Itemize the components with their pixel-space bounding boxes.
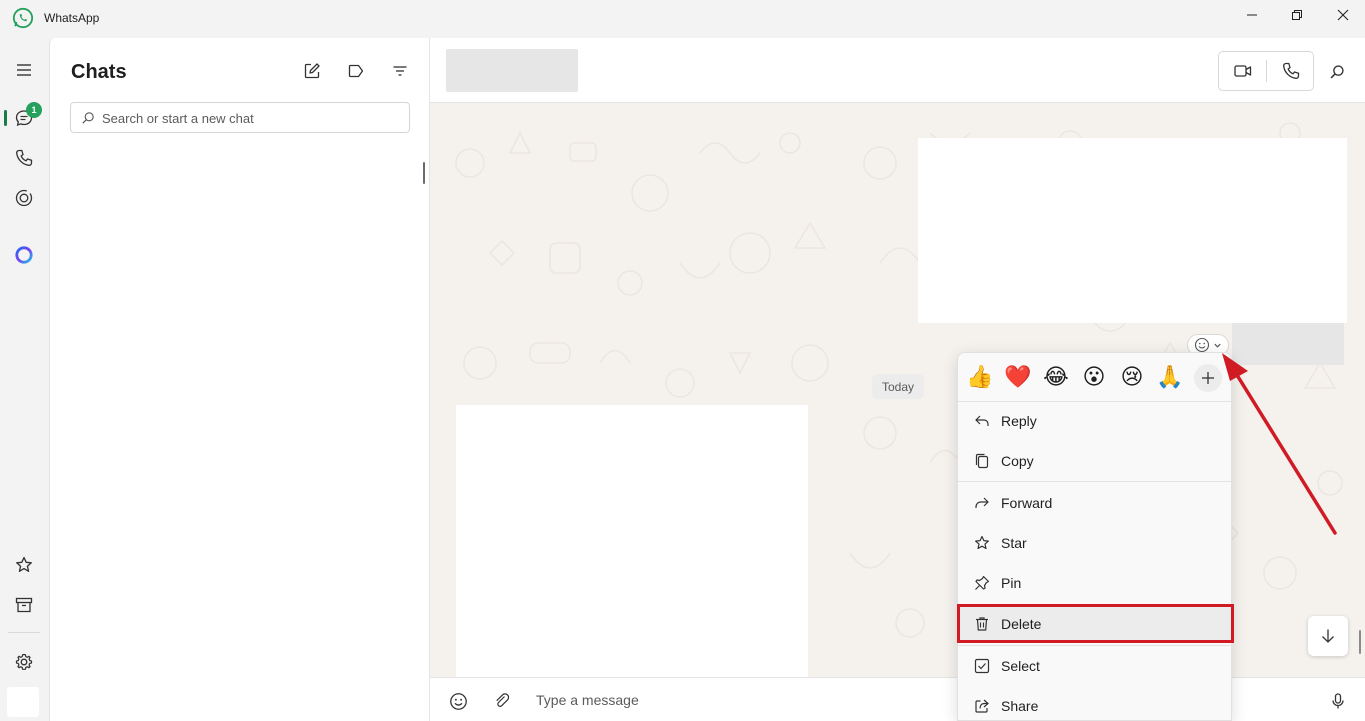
close-window-button[interactable] [1320, 0, 1365, 30]
call-buttons-group [1218, 51, 1314, 91]
new-chat-button[interactable] [301, 60, 323, 82]
title-bar: WhatsApp [0, 0, 1365, 38]
archived-nav-button[interactable] [12, 593, 36, 617]
phone-icon [1282, 62, 1299, 79]
reaction-surprised[interactable]: 😮 [1078, 361, 1110, 395]
left-rail: 1 [0, 38, 49, 721]
search-messages-button[interactable] [1326, 61, 1348, 83]
starred-icon [16, 556, 32, 572]
menu-item-copy[interactable]: Copy [960, 442, 1231, 480]
menu-separator [958, 645, 1233, 646]
menu-button[interactable] [12, 58, 36, 82]
settings-icon [15, 653, 33, 670]
rail-divider [8, 632, 40, 633]
menu-item-label: Share [1001, 698, 1039, 714]
profile-avatar[interactable] [7, 687, 39, 717]
restore-button[interactable] [1274, 0, 1320, 30]
meta-ai-button[interactable] [12, 243, 36, 267]
outgoing-message-bubble[interactable] [918, 138, 1347, 323]
voice-message-button[interactable] [1327, 690, 1349, 712]
conversation-header [430, 38, 1365, 103]
menu-separator [958, 481, 1233, 482]
restore-icon [1292, 10, 1302, 20]
menu-item-label: Select [1001, 658, 1040, 674]
copy-icon [975, 453, 989, 469]
active-indicator [4, 110, 7, 126]
smiley-icon [1194, 337, 1210, 353]
menu-item-label: Star [1001, 535, 1027, 551]
menu-item-label: Forward [1001, 495, 1053, 511]
arrow-down-icon [1322, 629, 1334, 643]
message-context-menu: 👍 ❤️ 😂 😮 😢 🙏 Reply Copy Forward Star Pin… [957, 352, 1233, 721]
menu-icon [17, 64, 31, 76]
paperclip-icon [496, 693, 510, 707]
status-icon [15, 189, 33, 207]
whatsapp-logo-icon [12, 7, 34, 29]
menu-item-label: Reply [1001, 413, 1037, 429]
labels-button[interactable] [345, 60, 367, 82]
calls-nav-button[interactable] [12, 146, 36, 170]
reaction-thumbs-up[interactable]: 👍 [964, 361, 996, 395]
calls-icon [16, 149, 33, 166]
chat-list-scrollbar[interactable] [423, 162, 425, 184]
contact-info[interactable] [446, 49, 578, 92]
menu-item-share[interactable]: Share [960, 687, 1231, 721]
search-box[interactable] [70, 102, 410, 133]
annotation-arrow [1222, 353, 1337, 535]
app-title: WhatsApp [44, 11, 100, 25]
chat-list-panel: Chats [49, 38, 430, 721]
menu-item-star[interactable]: Star [960, 524, 1231, 562]
close-icon [1337, 9, 1349, 21]
reaction-bar: 👍 ❤️ 😂 😮 😢 🙏 [958, 361, 1233, 395]
meta-ai-icon [15, 246, 33, 264]
video-camera-icon [1233, 65, 1251, 77]
scroll-to-bottom-button[interactable] [1308, 616, 1348, 656]
menu-item-forward[interactable]: Forward [960, 484, 1231, 522]
delete-highlight-annotation [957, 604, 1234, 643]
starred-nav-button[interactable] [12, 553, 36, 577]
microphone-icon [1332, 693, 1344, 709]
checkbox-icon [974, 658, 990, 674]
emoji-button[interactable] [447, 690, 469, 712]
search-icon [1330, 65, 1344, 79]
reply-icon [975, 415, 989, 426]
reaction-heart[interactable]: ❤️ [1002, 361, 1034, 395]
voice-call-button[interactable] [1267, 52, 1314, 90]
menu-item-reply[interactable]: Reply [960, 402, 1231, 440]
date-divider: Today [872, 374, 925, 399]
smiley-icon [449, 692, 467, 710]
filter-icon [393, 66, 407, 76]
menu-item-pin[interactable]: Pin [960, 564, 1231, 602]
conversation-scrollbar[interactable] [1359, 630, 1361, 654]
minimize-icon [1247, 14, 1257, 16]
share-icon [975, 699, 989, 713]
reaction-pray[interactable]: 🙏 [1154, 361, 1186, 395]
label-tag-icon [348, 64, 364, 78]
menu-item-label: Pin [1001, 575, 1022, 591]
search-icon [82, 112, 94, 124]
status-nav-button[interactable] [12, 186, 36, 210]
settings-nav-button[interactable] [12, 650, 36, 674]
reaction-laughing[interactable]: 😂 [1040, 361, 1072, 395]
menu-item-select[interactable]: Select [960, 647, 1231, 685]
star-icon [975, 535, 989, 550]
pin-icon [975, 575, 990, 590]
compose-icon [304, 63, 320, 79]
message-input[interactable] [536, 690, 936, 710]
search-input[interactable] [102, 108, 402, 128]
unread-badge: 1 [26, 102, 42, 118]
forward-icon [975, 497, 989, 508]
attach-button[interactable] [491, 690, 513, 712]
archive-icon [15, 597, 33, 613]
filter-button[interactable] [389, 60, 411, 82]
video-call-button[interactable] [1219, 52, 1266, 90]
incoming-message-bubble[interactable] [456, 405, 808, 677]
chats-heading: Chats [71, 61, 127, 83]
menu-item-label: Copy [1001, 453, 1034, 469]
reaction-sad[interactable]: 😢 [1116, 361, 1148, 395]
minimize-button[interactable] [1229, 0, 1275, 30]
